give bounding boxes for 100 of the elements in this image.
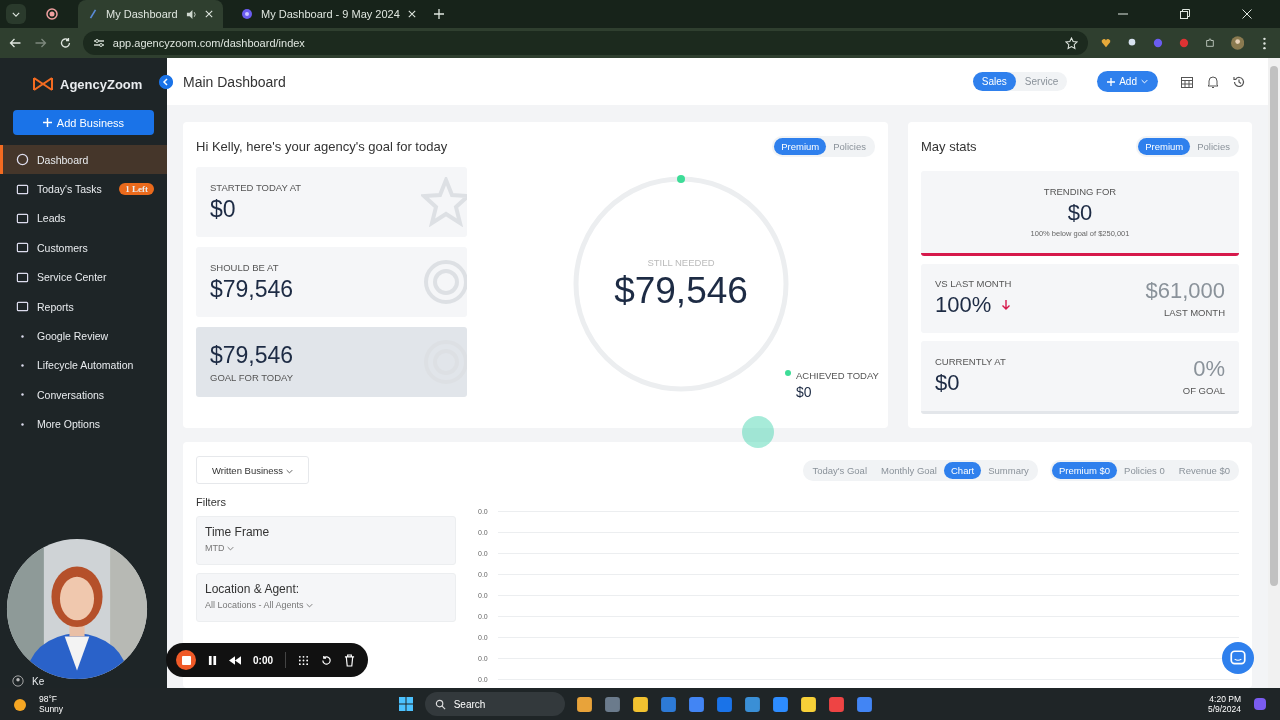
browser-tab[interactable]: My Dashboard — [78, 0, 223, 28]
tab-title: My Dashboard — [106, 8, 178, 20]
profile-avatar[interactable] — [1230, 35, 1244, 51]
collapse-sidebar-icon[interactable] — [159, 75, 173, 89]
tab-list-button[interactable] — [6, 4, 26, 24]
sidebar-item[interactable]: Dashboard — [0, 145, 167, 175]
site-settings-icon — [92, 37, 105, 49]
ring-label: STILL NEEDED — [647, 256, 715, 268]
chevron-down-icon — [306, 603, 314, 608]
back-icon[interactable] — [8, 37, 23, 49]
pause-icon[interactable] — [208, 654, 217, 666]
tile-label: STARTED TODAY AT — [210, 181, 303, 193]
chat-icon — [1229, 649, 1247, 667]
mode-tab[interactable]: Sales — [972, 72, 1016, 91]
menu-item-icon — [16, 300, 29, 314]
puzzle-icon[interactable] — [1204, 37, 1215, 49]
history-icon[interactable] — [1232, 74, 1246, 89]
sidebar-item[interactable]: Google Review — [0, 321, 167, 351]
sidebar-item[interactable]: Reports — [0, 291, 167, 322]
report-type-dropdown[interactable]: Written Business — [196, 456, 309, 484]
sidebar-item[interactable]: Today's Tasks 1 Left — [0, 174, 167, 204]
metric-toggle[interactable]: Premium — [774, 138, 827, 155]
trash-icon[interactable] — [344, 653, 355, 667]
app-icon[interactable] — [744, 695, 762, 713]
app-icon[interactable] — [800, 695, 818, 713]
app-icon[interactable] — [688, 695, 706, 713]
page-title: Main Dashboard — [183, 73, 286, 90]
browser-tab[interactable]: My Dashboard - 9 May 2024 — [231, 0, 426, 28]
page-icon — [88, 9, 98, 19]
achieved-label: ACHIEVED TODAY — [796, 370, 879, 381]
tile-watermark-icon — [421, 177, 467, 227]
compare-value: $61,000 — [1145, 278, 1225, 305]
card-heading: May stats — [921, 139, 977, 154]
tile-watermark-icon — [421, 257, 467, 307]
logo-icon — [33, 77, 53, 91]
address-field[interactable]: app.agencyzoom.com/dashboard/index — [82, 31, 1088, 55]
menu-item-icon — [16, 270, 29, 284]
achieved-value: $0 — [796, 384, 813, 400]
sidebar-item[interactable]: Conversations — [0, 380, 167, 410]
filter-panel[interactable]: Time Frame MTD — [196, 516, 456, 565]
tile-value: 100% — [935, 292, 992, 319]
taskbar-search[interactable]: Search — [424, 692, 566, 716]
tile-value: $0 — [935, 370, 961, 397]
bookmark-star-icon[interactable] — [1064, 36, 1078, 50]
sidebar-item[interactable]: Lifecycle Automation — [0, 350, 167, 381]
metric-toggle[interactable]: Premium — [1138, 138, 1191, 155]
forward-icon[interactable] — [32, 37, 48, 49]
sidebar-item[interactable]: More Options — [0, 409, 167, 439]
app-icon[interactable] — [772, 695, 790, 713]
copilot-icon[interactable] — [1252, 696, 1268, 712]
tile-label: SHOULD BE AT — [210, 261, 280, 273]
app-icon[interactable] — [576, 695, 594, 713]
calendar-icon[interactable] — [1180, 74, 1194, 89]
view-tab[interactable]: Chart — [944, 461, 982, 479]
bell-icon[interactable] — [1206, 74, 1220, 89]
grid-icon[interactable] — [298, 654, 309, 666]
plus-icon — [42, 118, 52, 127]
temperature: 98°F — [39, 694, 59, 704]
close-icon[interactable] — [407, 10, 416, 18]
close-icon[interactable] — [205, 10, 213, 18]
weather-condition: Sunny — [39, 704, 64, 714]
new-tab-icon[interactable] — [433, 9, 444, 19]
tile-label: GOAL FOR TODAY — [210, 371, 295, 383]
filter-title: Location & Agent: — [205, 582, 301, 596]
tile-value: $0 — [210, 195, 237, 223]
filter-panel[interactable]: Location & Agent: All Locations - All Agents — [196, 573, 456, 622]
add-button[interactable]: Add — [1097, 71, 1158, 92]
tile-label: CURRENTLY AT — [935, 356, 1006, 368]
sidebar-item[interactable]: Customers — [0, 233, 167, 263]
app-icon[interactable] — [632, 695, 650, 713]
filter-title: Time Frame — [205, 525, 271, 539]
progress-dot — [677, 175, 685, 183]
stop-recording-button[interactable] — [176, 650, 196, 670]
sidebar-item[interactable]: Leads — [0, 203, 167, 234]
chevron-down-icon — [227, 546, 234, 551]
app-icon[interactable] — [856, 695, 874, 713]
compare-label: LAST MONTH — [1163, 307, 1225, 319]
weather-icon — [12, 696, 28, 712]
filter-value[interactable]: MTD — [205, 543, 447, 553]
add-business-button[interactable]: Add Business — [13, 110, 154, 135]
chevron-down-icon — [12, 11, 20, 17]
filter-value[interactable]: All Locations - All Agents — [205, 600, 447, 610]
rewind-icon[interactable] — [229, 655, 241, 665]
metric-tab[interactable]: Premium $0 — [1051, 461, 1118, 479]
task-count-badge: 1 Left — [119, 183, 154, 196]
chevron-down-icon — [1141, 79, 1148, 84]
tile-value: $79,546 — [210, 275, 295, 303]
scrollbar[interactable] — [1268, 58, 1280, 688]
tile-value: $0 — [1067, 199, 1093, 226]
recording-time: 0:00 — [253, 654, 273, 666]
clock-time: 4:20 PM — [1209, 694, 1241, 704]
sidebar-item[interactable]: Service Center — [0, 262, 167, 292]
menu-item-icon — [16, 211, 29, 225]
start-icon[interactable] — [397, 696, 414, 712]
ring-value: $79,546 — [614, 269, 748, 312]
record-icon — [46, 8, 58, 20]
heart-icon[interactable] — [1100, 37, 1111, 49]
undo-icon[interactable] — [321, 654, 332, 666]
tab-title: My Dashboard - 9 May 2024 — [261, 8, 400, 20]
legend-dot — [785, 370, 791, 376]
